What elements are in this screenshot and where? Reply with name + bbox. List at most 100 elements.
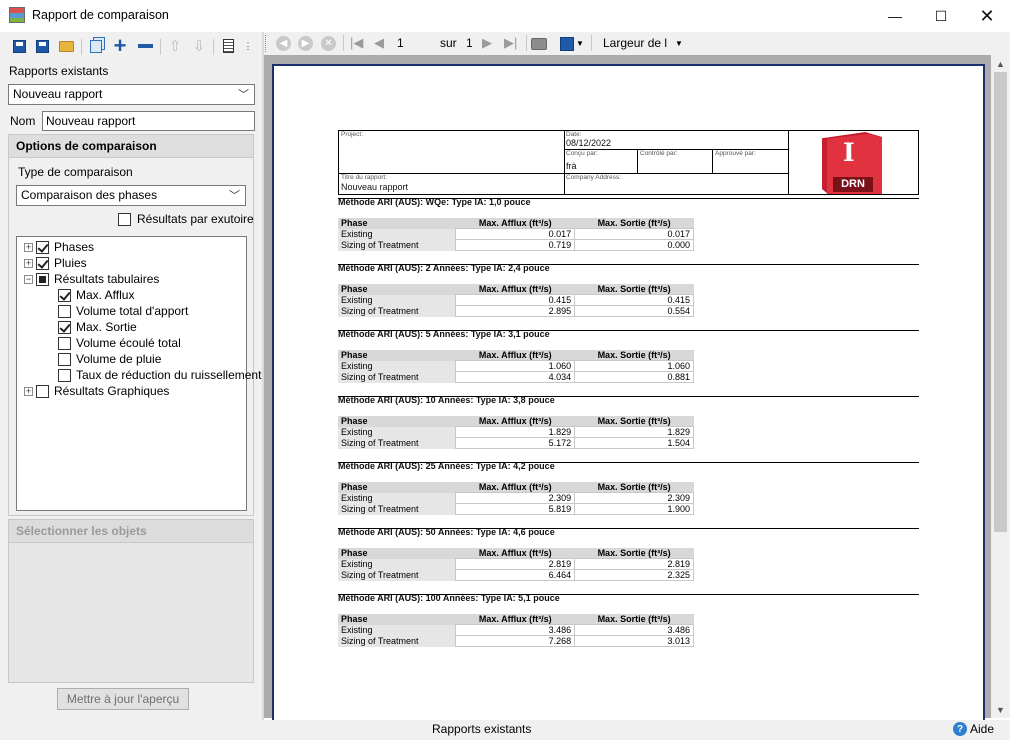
print-icon[interactable] (530, 35, 548, 53)
phase-cell: Existing (338, 558, 456, 570)
toolbar-grip[interactable] (265, 35, 268, 52)
tree-node-total-outflow-volume[interactable]: Volume écoulé total (58, 335, 181, 351)
save-icon[interactable] (10, 37, 28, 55)
tree-node-max-outflow[interactable]: Max. Sortie (58, 319, 137, 335)
save-as-icon[interactable] (33, 37, 51, 55)
tree-checkbox[interactable] (36, 272, 49, 286)
scroll-thumb[interactable] (994, 72, 1007, 532)
comparison-type-select[interactable]: Comparaison des phases ﹀ (16, 185, 246, 206)
title-bar: Rapport de comparaison — ☐ ✕ (0, 0, 1010, 32)
collapse-icon[interactable]: − (24, 274, 33, 284)
column-header: Phase (338, 482, 456, 493)
open-folder-icon[interactable] (57, 37, 75, 55)
forward-icon[interactable]: ▶ (298, 36, 313, 51)
designed-by-value: frà (566, 161, 577, 171)
page-of-label: sur (440, 36, 457, 50)
report-results-table: Phase Max. Afflux (ft³/s) Max. Sortie (ft³… (338, 416, 694, 449)
expand-icon[interactable]: + (24, 386, 33, 396)
stop-icon[interactable]: ✕ (321, 36, 336, 51)
scroll-up-icon[interactable]: ▲ (996, 59, 1005, 69)
options-header[interactable]: Options de comparaison (8, 134, 254, 158)
copy-icon[interactable] (87, 37, 105, 55)
select-objects-header[interactable]: Sélectionner les objets (8, 519, 254, 543)
next-page-icon[interactable]: ▶ (482, 35, 492, 51)
report-results-table: Phase Max. Afflux (ft³/s) Max. Sortie (ft³… (338, 482, 694, 515)
overflow-icon[interactable]: ⋮ (239, 37, 257, 55)
add-icon[interactable]: + (111, 35, 129, 57)
table-row: Existing 2.819 2.819 (338, 558, 694, 570)
phase-cell: Existing (338, 228, 456, 240)
existing-reports-select[interactable]: Nouveau rapport ﹀ (8, 84, 255, 105)
status-bar: Rapports existants ? Aide (0, 720, 1010, 740)
table-row: Sizing of Treatment 4.034 0.881 (338, 371, 694, 383)
table-row: Existing 2.309 2.309 (338, 492, 694, 504)
current-page-field[interactable]: 1 (397, 36, 404, 50)
value-cell: 1.900 (574, 503, 694, 515)
value-cell: 2.309 (574, 492, 694, 504)
tree-node-graphic-results[interactable]: + Résultats Graphiques (24, 383, 169, 399)
move-up-icon[interactable]: ⇧ (166, 37, 184, 55)
previous-page-icon[interactable]: ◀ (374, 35, 384, 51)
tree-node-label: Volume écoulé total (76, 336, 181, 350)
tree-checkbox[interactable] (58, 336, 71, 350)
expand-icon[interactable]: + (24, 258, 33, 268)
comparison-type-value: Comparaison des phases (21, 188, 158, 202)
tree-node-rainfalls[interactable]: + Pluies (24, 255, 87, 271)
maximize-button[interactable]: ☐ (918, 0, 964, 32)
value-cell: 1.504 (574, 437, 694, 449)
results-by-outfall-label: Résultats par exutoire (137, 212, 254, 226)
tree-checkbox[interactable] (36, 384, 49, 398)
tree-checkbox[interactable] (36, 240, 49, 254)
tree-checkbox[interactable] (58, 320, 71, 334)
phase-cell: Sizing of Treatment (338, 569, 456, 581)
table-header-row: Phase Max. Afflux (ft³/s) Max. Sortie (ft³… (338, 614, 694, 625)
tree-checkbox[interactable] (58, 368, 71, 382)
update-preview-button[interactable]: Mettre à jour l'aperçu (57, 688, 189, 710)
table-header-row: Phase Max. Afflux (ft³/s) Max. Sortie (ft³… (338, 350, 694, 361)
value-cell: 4.034 (455, 371, 576, 383)
back-icon[interactable]: ◀ (276, 36, 291, 51)
results-by-outfall-toggle[interactable]: Résultats par exutoire (118, 212, 254, 226)
export-icon[interactable] (558, 35, 576, 53)
phase-cell: Sizing of Treatment (338, 371, 456, 383)
tree-checkbox[interactable] (36, 256, 49, 270)
minimize-button[interactable]: — (872, 0, 918, 32)
tree-node-tabular-results[interactable]: − Résultats tabulaires (24, 271, 159, 287)
scroll-down-icon[interactable]: ▼ (996, 705, 1005, 715)
tree-node-label: Pluies (54, 256, 87, 270)
tree-checkbox[interactable] (58, 304, 71, 318)
name-field[interactable]: Nouveau rapport (42, 111, 255, 131)
tree-node-total-inflow-volume[interactable]: Volume total d'apport (58, 303, 188, 319)
move-down-icon[interactable]: ⇩ (190, 37, 208, 55)
value-cell: 5.172 (455, 437, 576, 449)
remove-icon[interactable] (136, 37, 154, 55)
value-cell: 2.819 (574, 558, 694, 570)
report-section-title: Méthode ARI (AUS): 10 Années: Type IA: 3… (338, 395, 919, 407)
last-page-icon[interactable]: ▶| (504, 35, 517, 51)
table-row: Sizing of Treatment 7.268 3.013 (338, 635, 694, 647)
existing-reports-value: Nouveau rapport (13, 87, 103, 101)
phase-cell: Sizing of Treatment (338, 503, 456, 515)
table-row: Existing 1.060 1.060 (338, 360, 694, 372)
first-page-icon[interactable]: |◀ (350, 35, 363, 51)
close-button[interactable]: ✕ (964, 0, 1010, 32)
tree-checkbox[interactable] (58, 288, 71, 302)
export-dropdown-icon[interactable]: ▼ (576, 39, 584, 48)
vertical-scrollbar[interactable]: ▲ ▼ (991, 55, 1010, 718)
zoom-mode-select[interactable]: Largeur de l (603, 36, 667, 50)
results-by-outfall-checkbox[interactable] (118, 212, 131, 226)
report-section-title: Méthode ARI (AUS): WQe: Type IA: 1,0 pou… (338, 197, 919, 209)
tree-node-runoff-reduction[interactable]: Taux de réduction du ruissellement (58, 367, 261, 383)
expand-icon[interactable]: + (24, 242, 33, 252)
table-header-row: Phase Max. Afflux (ft³/s) Max. Sortie (ft³… (338, 218, 694, 229)
tree-node-phases[interactable]: + Phases (24, 239, 94, 255)
help-button[interactable]: ? Aide (953, 722, 994, 736)
report-settings-icon[interactable] (219, 37, 237, 55)
zoom-dropdown-icon[interactable]: ▼ (675, 39, 683, 48)
report-section-title: Méthode ARI (AUS): 100 Années: Type IA: … (338, 593, 919, 605)
column-header: Max. Afflux (ft³/s) (455, 548, 575, 559)
tree-checkbox[interactable] (58, 352, 71, 366)
phase-cell: Sizing of Treatment (338, 239, 456, 251)
tree-node-max-inflow[interactable]: Max. Afflux (58, 287, 134, 303)
tree-node-rainfall-volume[interactable]: Volume de pluie (58, 351, 161, 367)
